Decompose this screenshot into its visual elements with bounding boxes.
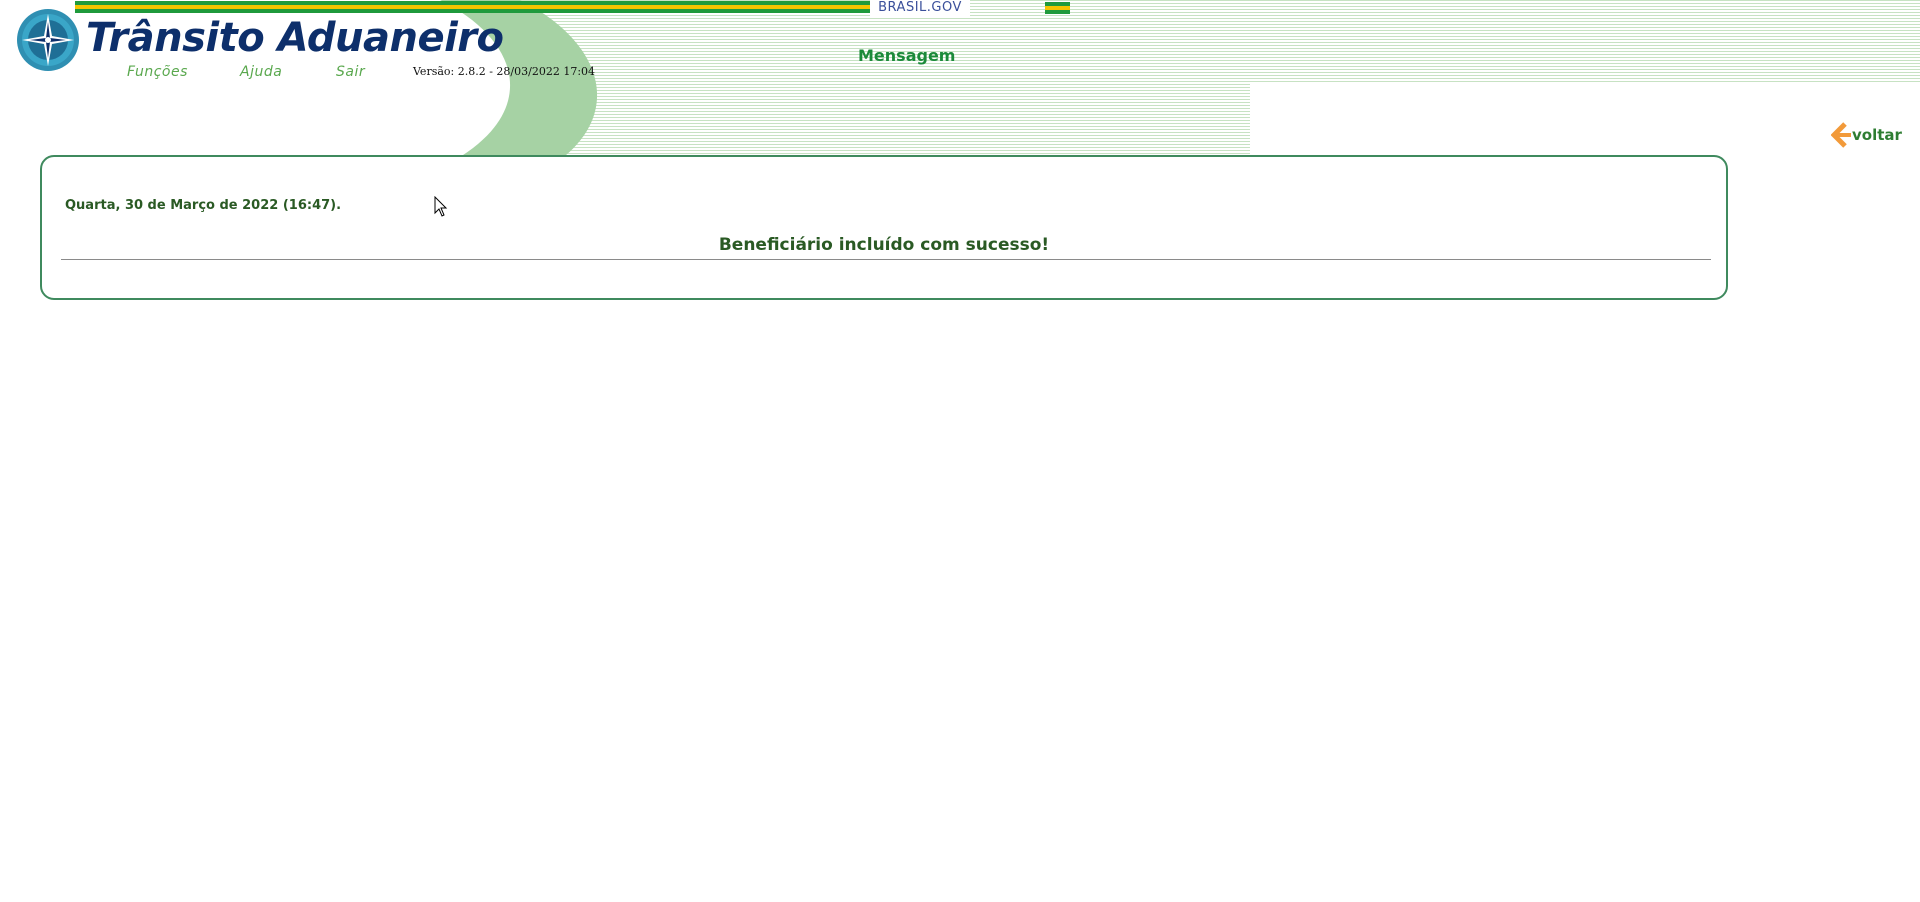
message-panel: Quarta, 30 de Março de 2022 (16:47). Ben…: [40, 155, 1728, 300]
page-title: Mensagem: [858, 46, 956, 65]
menu-funcoes[interactable]: Funções: [127, 64, 188, 80]
menu-ajuda[interactable]: Ajuda: [240, 64, 282, 80]
back-label: voltar: [1852, 126, 1902, 144]
brasil-gov-bar: [75, 0, 1070, 16]
back-button[interactable]: voltar: [1831, 122, 1902, 148]
flag-end-segment: [1045, 2, 1070, 14]
success-message: Beneficiário incluído com sucesso!: [718, 235, 1050, 255]
divider: [61, 259, 1711, 260]
flag-green-line-2: [75, 9, 870, 13]
app-logo-icon: [15, 7, 81, 73]
date-text: Quarta, 30 de Março de 2022 (16:47).: [65, 198, 342, 213]
version-text: Versão: 2.8.2 - 28/03/2022 17:04: [413, 65, 596, 78]
brasil-gov-link[interactable]: BRASIL.GOV: [870, 0, 970, 16]
menu-sair[interactable]: Sair: [336, 64, 365, 80]
app-title: Trânsito Aduaneiro: [86, 15, 504, 61]
arrow-left-icon: [1831, 122, 1851, 148]
